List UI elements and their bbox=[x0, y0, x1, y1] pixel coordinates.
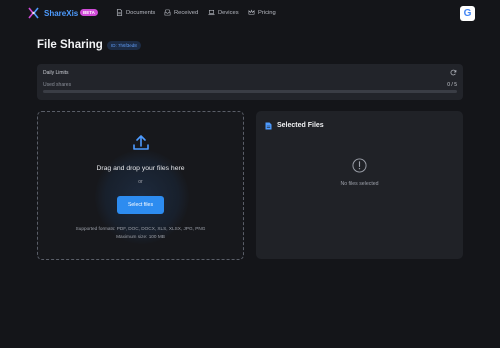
nav-label: Received bbox=[174, 9, 199, 16]
selected-files-title: Selected Files bbox=[277, 122, 324, 129]
top-navbar: ShareXis BETA Documents Received Devices… bbox=[0, 0, 500, 27]
supported-formats: Supported formats: PDF, DOC, DOCX, XLS, … bbox=[75, 226, 206, 231]
nav-label: Documents bbox=[126, 9, 156, 16]
info-circle-icon bbox=[352, 158, 367, 173]
crown-icon bbox=[248, 9, 255, 15]
file-icon bbox=[265, 122, 272, 130]
nav-devices[interactable]: Devices bbox=[208, 9, 239, 16]
select-files-button[interactable]: Select files bbox=[117, 196, 164, 214]
daily-limits-card: Daily Limits Used shares 0 / 5 bbox=[37, 64, 463, 100]
limits-title: Daily Limits bbox=[43, 70, 69, 76]
logo-icon[interactable] bbox=[28, 7, 39, 19]
nav-label: Devices bbox=[218, 9, 239, 16]
brand-name[interactable]: ShareXis bbox=[44, 9, 78, 18]
nav-label: Pricing bbox=[258, 9, 276, 16]
usage-progress-bar bbox=[43, 90, 457, 93]
refresh-icon[interactable] bbox=[450, 69, 457, 76]
nav-received[interactable]: Received bbox=[164, 9, 198, 16]
id-badge: ID: 7h6f3ed8 bbox=[107, 41, 141, 50]
upload-icon bbox=[133, 135, 149, 150]
google-signin-button[interactable]: G bbox=[460, 6, 475, 21]
max-size: Maximum size: 100 MB bbox=[116, 234, 165, 239]
laptop-icon bbox=[208, 10, 215, 16]
used-shares-count: 0 / 5 bbox=[447, 82, 457, 88]
dropzone-or: or bbox=[138, 179, 143, 185]
selected-files-panel: Selected Files No files selected bbox=[256, 111, 463, 259]
page-title: File Sharing bbox=[37, 39, 103, 51]
google-icon: G bbox=[463, 8, 472, 19]
inbox-icon bbox=[164, 9, 171, 16]
dropzone-title: Drag and drop your files here bbox=[96, 165, 185, 172]
empty-state-text: No files selected bbox=[340, 181, 379, 187]
beta-badge: BETA bbox=[80, 9, 98, 16]
nav-pricing[interactable]: Pricing bbox=[248, 9, 276, 16]
nav-documents[interactable]: Documents bbox=[116, 9, 155, 16]
used-shares-label: Used shares bbox=[43, 82, 72, 88]
document-icon bbox=[116, 9, 123, 16]
file-dropzone[interactable]: Drag and drop your files here or Select … bbox=[37, 111, 244, 260]
